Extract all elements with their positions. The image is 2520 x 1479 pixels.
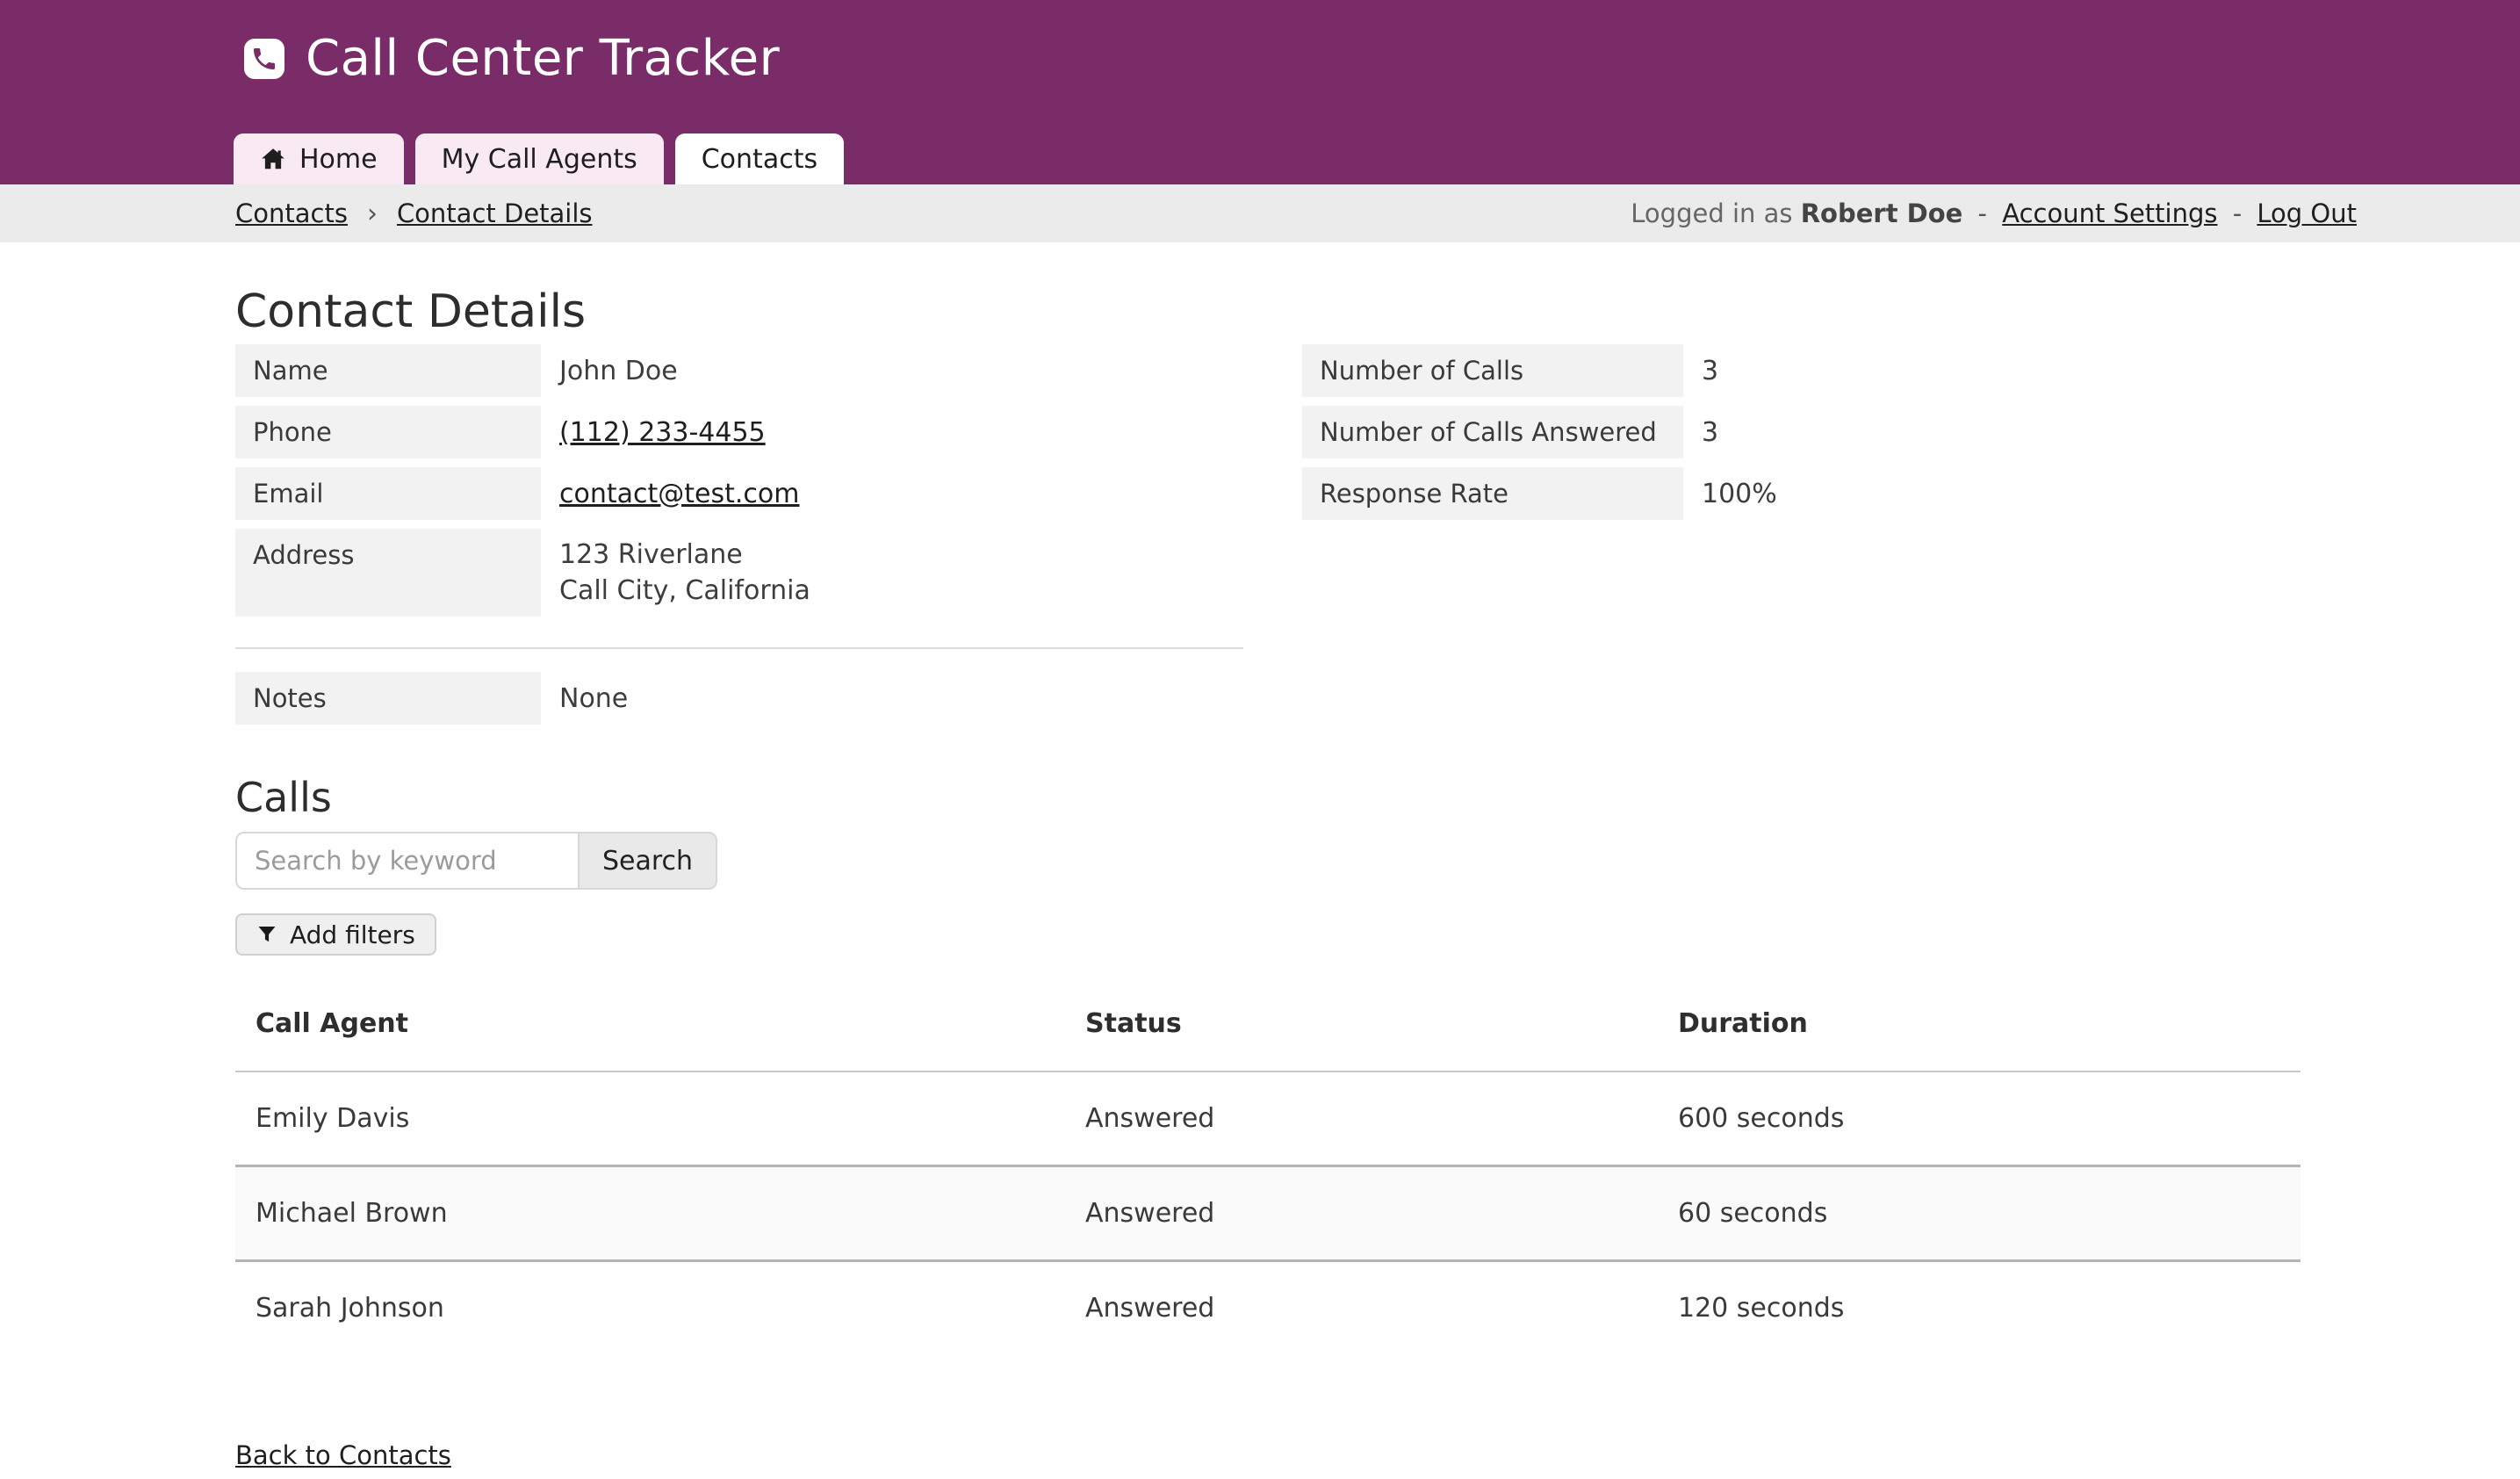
table-row: Sarah Johnson Answered 120 seconds xyxy=(235,1261,2300,1355)
calls-table: Call Agent Status Duration Emily Davis A… xyxy=(235,984,2300,1354)
filter-icon xyxy=(256,924,277,945)
add-filters-label: Add filters xyxy=(290,920,415,949)
tab-contacts[interactable]: Contacts xyxy=(675,133,844,184)
footer-nav: Back to Contacts xyxy=(235,1440,2300,1470)
address-value: 123 Riverlane Call City, California xyxy=(559,529,810,617)
cell-call-agent: Sarah Johnson xyxy=(235,1261,1065,1355)
cell-status: Answered xyxy=(1065,1261,1658,1355)
app-brand: Call Center Tracker xyxy=(244,30,780,87)
logged-in-user: Robert Doe xyxy=(1801,198,1963,228)
col-header-duration: Duration xyxy=(1658,984,2300,1071)
main-nav: Home My Call Agents Contacts xyxy=(234,133,844,184)
calls-answered-value: 3 xyxy=(1702,406,1718,458)
tab-home[interactable]: Home xyxy=(234,133,404,184)
email-link[interactable]: contact@test.com xyxy=(559,479,800,509)
cell-call-agent: Michael Brown xyxy=(235,1166,1065,1261)
tab-my-call-agents-label: My Call Agents xyxy=(442,144,637,175)
notes-value: None xyxy=(559,672,628,725)
field-row-address: Address 123 Riverlane Call City, Califor… xyxy=(235,529,1243,617)
contact-details-left-column: Name John Doe Phone (112) 233-4455 Email… xyxy=(235,344,1243,725)
breadcrumb: Contacts › Contact Details xyxy=(235,198,593,229)
cell-status: Answered xyxy=(1065,1071,1658,1166)
table-row: Michael Brown Answered 60 seconds xyxy=(235,1166,2300,1261)
calls-answered-label: Number of Calls Answered xyxy=(1302,406,1683,458)
breadcrumb-contact-details-link[interactable]: Contact Details xyxy=(397,198,593,228)
cell-duration: 120 seconds xyxy=(1658,1261,2300,1355)
details-divider xyxy=(235,647,1243,649)
app-header: Call Center Tracker Home My Call Agents … xyxy=(0,0,2520,184)
col-header-call-agent: Call Agent xyxy=(235,984,1065,1071)
home-icon xyxy=(260,146,286,172)
calls-search: Search xyxy=(235,832,2300,890)
breadcrumb-bar: Contacts › Contact Details Logged in as … xyxy=(0,184,2520,242)
search-button[interactable]: Search xyxy=(578,832,717,890)
field-row-response-rate: Response Rate 100% xyxy=(1302,467,1777,520)
address-label: Address xyxy=(235,529,541,617)
response-rate-label: Response Rate xyxy=(1302,467,1683,520)
number-of-calls-value: 3 xyxy=(1702,344,1718,397)
field-row-phone: Phone (112) 233-4455 xyxy=(235,406,1243,458)
email-label: Email xyxy=(235,467,541,520)
notes-label: Notes xyxy=(235,672,541,725)
name-label: Name xyxy=(235,344,541,397)
contact-details-section: Name John Doe Phone (112) 233-4455 Email… xyxy=(235,344,2300,725)
col-header-status: Status xyxy=(1065,984,1658,1071)
log-out-link[interactable]: Log Out xyxy=(2257,198,2357,228)
page-title: Contact Details xyxy=(235,286,2300,337)
logged-in-text: Logged in as xyxy=(1631,198,1792,228)
calls-table-header-row: Call Agent Status Duration xyxy=(235,984,2300,1071)
session-info: Logged in as Robert Doe - Account Settin… xyxy=(1631,198,2357,228)
breadcrumb-contacts-link[interactable]: Contacts xyxy=(235,198,348,228)
field-row-calls-answered: Number of Calls Answered 3 xyxy=(1302,406,1777,458)
response-rate-value: 100% xyxy=(1702,467,1777,520)
tab-contacts-label: Contacts xyxy=(702,144,817,175)
account-settings-link[interactable]: Account Settings xyxy=(2002,198,2217,228)
back-to-contacts-link[interactable]: Back to Contacts xyxy=(235,1440,451,1470)
breadcrumb-separator-icon: › xyxy=(367,198,378,229)
tab-home-label: Home xyxy=(299,144,378,175)
contact-stats-column: Number of Calls 3 Number of Calls Answer… xyxy=(1302,344,1777,725)
cell-duration: 60 seconds xyxy=(1658,1166,2300,1261)
phone-link[interactable]: (112) 233-4455 xyxy=(559,417,766,448)
table-row: Emily Davis Answered 600 seconds xyxy=(235,1071,2300,1166)
field-row-email: Email contact@test.com xyxy=(235,467,1243,520)
cell-call-agent: Emily Davis xyxy=(235,1071,1065,1166)
cell-status: Answered xyxy=(1065,1166,1658,1261)
cell-duration: 600 seconds xyxy=(1658,1071,2300,1166)
search-input[interactable] xyxy=(235,832,578,890)
phone-icon xyxy=(244,39,284,79)
number-of-calls-label: Number of Calls xyxy=(1302,344,1683,397)
tab-my-call-agents[interactable]: My Call Agents xyxy=(415,133,664,184)
phone-label: Phone xyxy=(235,406,541,458)
field-row-number-of-calls: Number of Calls 3 xyxy=(1302,344,1777,397)
field-row-notes: Notes None xyxy=(235,672,1243,725)
main-content: Contact Details Name John Doe Phone (112… xyxy=(0,286,2520,1470)
name-value: John Doe xyxy=(559,344,678,397)
calls-section-title: Calls xyxy=(235,775,2300,820)
add-filters-button[interactable]: Add filters xyxy=(235,913,436,956)
field-row-name: Name John Doe xyxy=(235,344,1243,397)
app-title: Call Center Tracker xyxy=(306,30,780,87)
